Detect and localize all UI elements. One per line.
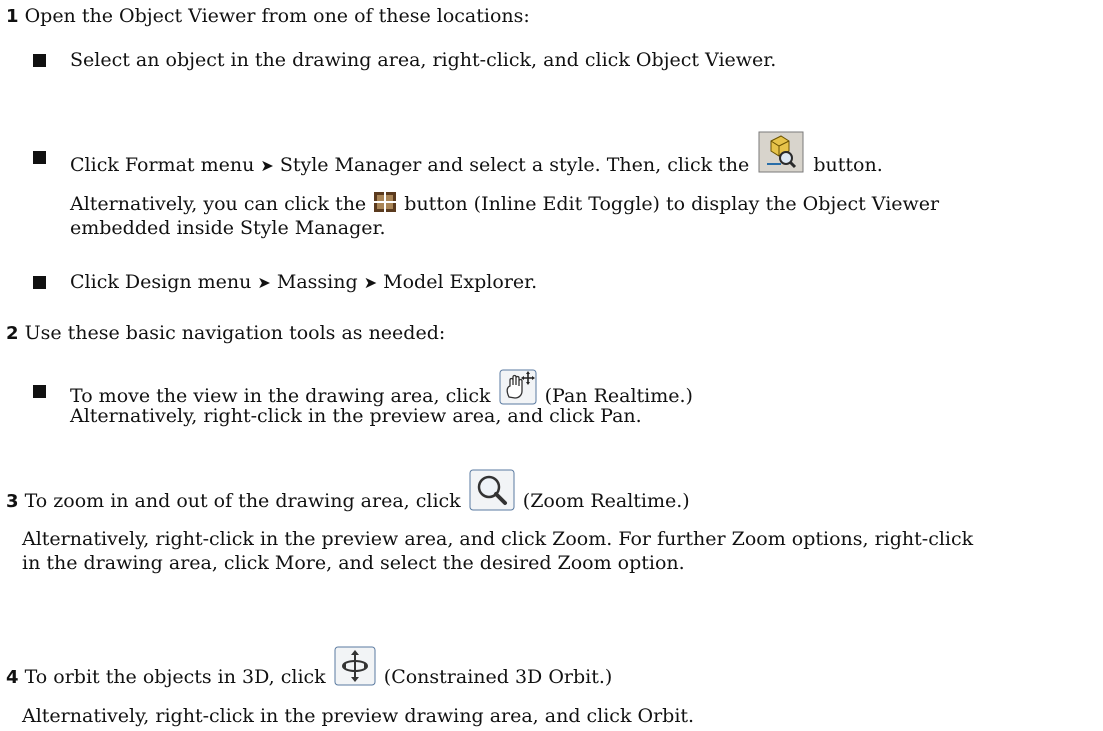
- bullet-text-part: Click Format menu: [70, 154, 255, 176]
- alt-text: embedded inside Style Manager.: [70, 217, 386, 239]
- bullet-marker: [33, 54, 46, 67]
- bullet-text-part: button.: [813, 154, 883, 176]
- arrow-icon: ➤: [363, 273, 378, 292]
- alt-text-part: Alternatively, you can click the: [70, 193, 367, 215]
- step-number: 2: [6, 323, 19, 344]
- step-text: (Constrained 3D Orbit.): [383, 666, 613, 688]
- step-2: 2 Use these basic navigation tools as ne…: [6, 321, 445, 346]
- alt-text: Alternatively, right-click in the previe…: [22, 705, 695, 727]
- bullet-text-part: Model Explorer.: [383, 271, 538, 293]
- inline-edit-toggle-icon[interactable]: [374, 192, 397, 212]
- arrow-icon: ➤: [260, 156, 274, 175]
- bullet-marker: [33, 276, 46, 289]
- step-4: 4 To orbit the objects in 3D, click (Con…: [6, 646, 613, 698]
- step-3: 3 To zoom in and out of the drawing area…: [6, 469, 690, 523]
- object-viewer-icon[interactable]: [758, 131, 804, 173]
- bullet-text-part: Massing: [276, 271, 358, 293]
- step-text: (Zoom Realtime.): [522, 490, 690, 512]
- bullet-text: Click Format menu ➤ Style Manager and se…: [70, 131, 883, 187]
- bullet-text-part: Click Design menu: [70, 271, 252, 293]
- constrained-orbit-icon[interactable]: [334, 646, 376, 686]
- step-text: Use these basic navigation tools as need…: [24, 322, 446, 344]
- step-1: 1 Open the Object Viewer from one of the…: [6, 4, 530, 29]
- step-text: To zoom in and out of the drawing area, …: [24, 490, 461, 512]
- alt-text: in the drawing area, click More, and sel…: [22, 552, 685, 574]
- bullet-marker: [33, 151, 46, 164]
- alt-text: Alternatively, right-click in the previe…: [22, 528, 974, 550]
- zoom-realtime-icon[interactable]: [469, 469, 515, 511]
- bullet-text: Click Design menu ➤ Massing ➤ Model Expl…: [70, 270, 537, 295]
- pan-realtime-icon[interactable]: [499, 369, 537, 405]
- step-text: To orbit the objects in 3D, click: [24, 666, 326, 688]
- alt-text-part: button (Inline Edit Toggle) to display t…: [404, 193, 940, 215]
- bullet-marker: [33, 385, 46, 398]
- alt-text: Alternatively, you can click the button …: [70, 192, 939, 216]
- alt-text: Alternatively, right-click in the previe…: [70, 405, 642, 427]
- step-number: 1: [6, 6, 19, 27]
- bullet-text-part: Style Manager and select a style. Then, …: [279, 154, 750, 176]
- step-text: Open the Object Viewer from one of these…: [24, 5, 530, 27]
- bullet-text: Select an object in the drawing area, ri…: [70, 49, 777, 71]
- step-number: 4: [6, 667, 19, 688]
- arrow-icon: ➤: [257, 273, 271, 292]
- step-number: 3: [6, 491, 19, 512]
